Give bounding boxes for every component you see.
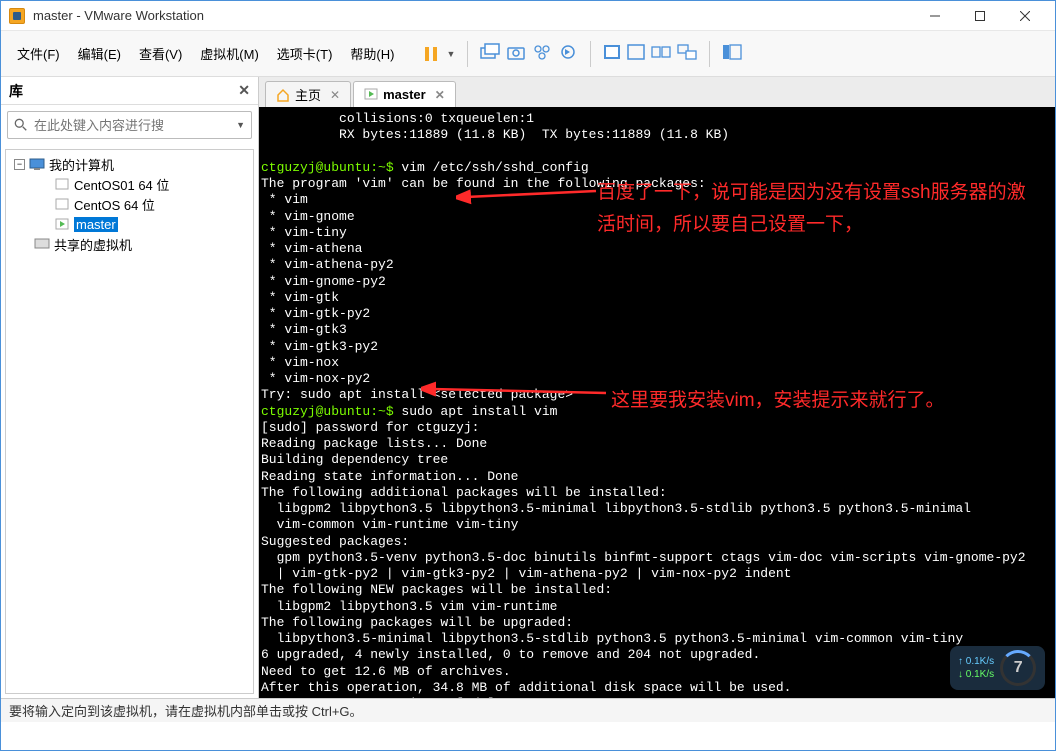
- fullscreen-icon[interactable]: [627, 44, 645, 63]
- tree-root-label: 我的计算机: [49, 155, 114, 174]
- minimize-button[interactable]: [912, 2, 957, 30]
- computer-icon: [29, 157, 45, 171]
- home-icon: [276, 88, 290, 102]
- tab-home-label: 主页: [295, 85, 321, 104]
- content-area: 主页 ✕ master ✕ collisions:0 txqueuelen:1 …: [259, 77, 1055, 698]
- library-tree[interactable]: − 我的计算机 CentOS01 64 位 CentOS 64 位 master…: [5, 149, 254, 694]
- tab-bar: 主页 ✕ master ✕: [259, 77, 1055, 107]
- menu-help[interactable]: 帮助(H): [342, 40, 402, 67]
- tree-root-mycomputer[interactable]: − 我的计算机: [10, 154, 249, 174]
- tab-close-icon[interactable]: ✕: [330, 88, 340, 102]
- net-up-speed: ↑ 0.1K/s: [958, 656, 994, 667]
- menu-tabs[interactable]: 选项卡(T): [269, 40, 341, 67]
- maximize-button[interactable]: [957, 2, 1002, 30]
- tab-master-label: master: [383, 87, 426, 102]
- vm-icon: [54, 197, 70, 211]
- tree-item-label: CentOS 64 位: [74, 195, 155, 214]
- search-box[interactable]: ▼: [7, 111, 252, 139]
- tree-item-label: CentOS01 64 位: [74, 175, 169, 194]
- search-input[interactable]: [34, 118, 230, 133]
- close-button[interactable]: [1002, 2, 1047, 30]
- tree-shared-vms[interactable]: 共享的虚拟机: [10, 234, 249, 254]
- collapse-icon[interactable]: −: [14, 159, 25, 170]
- tree-shared-label: 共享的虚拟机: [54, 235, 132, 254]
- snapshot-manager-icon[interactable]: [532, 43, 552, 64]
- vm-icon: [54, 177, 70, 191]
- vm-running-icon: [364, 88, 378, 102]
- network-widget: ↑ 0.1K/s ↓ 0.1K/s 7: [950, 646, 1045, 690]
- menu-vm[interactable]: 虚拟机(M): [192, 40, 267, 67]
- window-title: master - VMware Workstation: [33, 8, 912, 23]
- tab-home[interactable]: 主页 ✕: [265, 81, 351, 107]
- menu-view[interactable]: 查看(V): [131, 40, 190, 67]
- menubar: 文件(F) 编辑(E) 查看(V) 虚拟机(M) 选项卡(T) 帮助(H): [9, 40, 402, 67]
- net-down-speed: ↓ 0.1K/s: [958, 669, 994, 680]
- menu-file[interactable]: 文件(F): [9, 40, 68, 67]
- net-percent: 7: [1000, 650, 1036, 686]
- tree-item-centos01[interactable]: CentOS01 64 位: [10, 174, 249, 194]
- sidebar: 库 ✕ ▼ − 我的计算机 CentOS01 64 位 CentOS 64 位: [1, 77, 259, 698]
- pause-icon[interactable]: [422, 45, 440, 63]
- tab-close-icon[interactable]: ✕: [435, 88, 445, 102]
- shared-icon: [34, 237, 50, 251]
- tree-item-centos[interactable]: CentOS 64 位: [10, 194, 249, 214]
- titlebar: master - VMware Workstation: [1, 1, 1055, 31]
- fit-guest-icon[interactable]: [603, 44, 621, 63]
- toolbar: ▼: [422, 41, 742, 67]
- library-toggle-icon[interactable]: [722, 44, 742, 63]
- tree-item-master[interactable]: master: [10, 214, 249, 234]
- tab-master[interactable]: master ✕: [353, 81, 456, 107]
- multimon-icon[interactable]: [677, 44, 697, 63]
- revert-snapshot-icon[interactable]: [558, 43, 578, 64]
- sidebar-title: 库: [9, 81, 23, 101]
- menu-edit[interactable]: 编辑(E): [70, 40, 129, 67]
- sidebar-close-icon[interactable]: ✕: [238, 82, 250, 99]
- snapshot-icon[interactable]: [506, 43, 526, 64]
- statusbar: 要将输入定向到该虚拟机，请在虚拟机内部单击或按 Ctrl+G。: [1, 698, 1055, 722]
- console-terminal[interactable]: collisions:0 txqueuelen:1 RX bytes:11889…: [259, 107, 1055, 698]
- search-dropdown-icon[interactable]: ▼: [236, 120, 245, 130]
- send-ctrlaltdel-icon[interactable]: [480, 43, 500, 64]
- search-icon: [14, 118, 28, 132]
- unity-icon[interactable]: [651, 44, 671, 63]
- vm-running-icon: [54, 217, 70, 231]
- status-text: 要将输入定向到该虚拟机，请在虚拟机内部单击或按 Ctrl+G。: [9, 701, 363, 720]
- vmware-icon: [9, 8, 25, 24]
- tree-item-label: master: [74, 217, 118, 232]
